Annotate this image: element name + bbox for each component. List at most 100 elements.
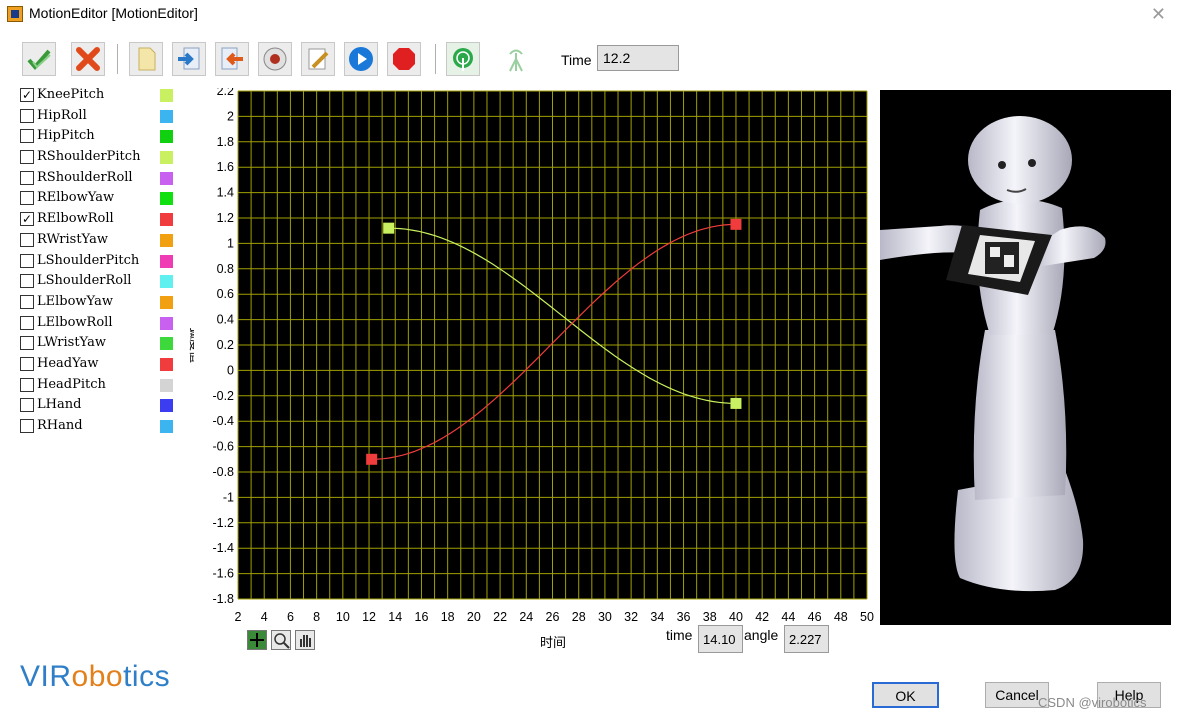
y-tick-label: -0.6 xyxy=(212,440,234,454)
edit-button[interactable] xyxy=(301,42,335,76)
x-tick-label: 34 xyxy=(650,610,664,624)
joint-row[interactable]: HipRoll xyxy=(20,107,180,128)
robot-model-image xyxy=(880,116,1106,592)
virobotics-logo: VIRobotics xyxy=(20,660,171,693)
joint-color-swatch xyxy=(160,316,173,330)
stop-icon xyxy=(393,48,415,70)
x-axis-title: 时间 xyxy=(540,635,567,650)
joint-row[interactable]: RShoulderPitch xyxy=(20,148,180,169)
y-tick-label: -1.4 xyxy=(212,541,234,555)
joint-row[interactable]: ✓ KneePitch xyxy=(20,86,180,107)
play-button[interactable] xyxy=(344,42,378,76)
stop-button[interactable] xyxy=(387,42,421,76)
joint-checkbox[interactable]: ✓ xyxy=(20,88,34,102)
joint-row[interactable]: LElbowRoll xyxy=(20,314,180,335)
joint-checkbox[interactable]: ✓ xyxy=(20,212,34,227)
joint-row[interactable]: HeadYaw xyxy=(20,355,180,376)
ok-button[interactable]: OK xyxy=(872,682,939,708)
joint-color-swatch xyxy=(160,275,173,289)
joint-label: LShoulderPitch xyxy=(37,252,140,268)
joint-row[interactable]: RHand xyxy=(20,417,180,438)
close-icon[interactable]: ✕ xyxy=(1151,4,1166,25)
new-button[interactable] xyxy=(129,42,163,76)
x-tick-label: 42 xyxy=(755,610,769,624)
pan-tool-button[interactable] xyxy=(295,630,315,650)
joint-label: HeadYaw xyxy=(37,355,99,371)
joint-checkbox[interactable] xyxy=(20,315,34,330)
plot-area: 2.2 2 1.8 1.6 1.4 1.2 1 0.8 0.6 0.4 0.2 0 -0.2 -0.4 -0… xyxy=(180,84,875,653)
joint-row[interactable]: RWristYaw xyxy=(20,231,180,252)
x-tick-label: 40 xyxy=(729,610,743,624)
joint-row[interactable]: LWristYaw xyxy=(20,334,180,355)
joint-checkbox[interactable] xyxy=(20,232,34,247)
joint-row[interactable]: HeadPitch xyxy=(20,376,180,397)
joint-color-swatch xyxy=(160,192,173,206)
time-label: Time xyxy=(561,52,592,68)
joint-checkbox[interactable] xyxy=(20,419,34,433)
x-tick-label: 30 xyxy=(598,610,612,624)
y-tick-label: 0.2 xyxy=(217,338,234,352)
y-tick-label: 1.4 xyxy=(217,186,234,200)
joint-checkbox[interactable] xyxy=(20,274,34,289)
joint-checkbox[interactable] xyxy=(20,356,34,371)
motion-chart[interactable]: 2.2 2 1.8 1.6 1.4 1.2 1 0.8 0.6 0.4 0.2 0 -0.2 -0.4 -0… xyxy=(180,84,875,653)
joint-label: LWristYaw xyxy=(37,335,106,351)
keyframe-point-RElbowRoll xyxy=(366,453,378,465)
y-tick-label: -0.4 xyxy=(212,414,234,428)
joint-label: RElbowYaw xyxy=(37,190,115,206)
x-tick-label: 50 xyxy=(860,610,874,624)
joint-list: ✓ KneePitch HipRoll HipPitch RShoulderPitch R… xyxy=(20,86,180,438)
cursor-time-value[interactable]: 14.10 xyxy=(698,625,743,653)
window-title: MotionEditor [MotionEditor] xyxy=(29,5,198,21)
joint-row[interactable]: RElbowYaw xyxy=(20,189,180,210)
robot-3d-view[interactable] xyxy=(880,90,1171,625)
cursor-angle-label: angle xyxy=(744,627,779,643)
toolbar-separator xyxy=(117,44,118,74)
zoom-tool-button[interactable] xyxy=(271,630,291,650)
joint-checkbox[interactable] xyxy=(20,398,34,413)
joint-row[interactable]: RShoulderRoll xyxy=(20,169,180,190)
joint-row[interactable]: LElbowYaw xyxy=(20,293,180,314)
y-tick-label: 1 xyxy=(227,236,234,250)
joint-row[interactable]: LShoulderRoll xyxy=(20,272,180,293)
cursor-angle-value[interactable]: 2.227 xyxy=(784,625,829,653)
new-document-icon xyxy=(138,47,156,71)
x-tick-label: 4 xyxy=(261,610,268,624)
cursor-tool-button[interactable] xyxy=(247,630,267,650)
joint-row[interactable]: LHand xyxy=(20,396,180,417)
y-tick-label: 2.2 xyxy=(217,88,234,98)
y-tick-label: -1.6 xyxy=(212,567,234,581)
joint-color-swatch xyxy=(160,295,173,309)
y-tick-label: -1.2 xyxy=(212,516,234,530)
joint-checkbox[interactable] xyxy=(20,336,34,351)
x-tick-label: 48 xyxy=(834,610,848,624)
joint-checkbox[interactable] xyxy=(20,294,34,309)
connect-robot-button[interactable] xyxy=(446,42,480,76)
joint-color-swatch xyxy=(160,151,173,165)
toolbar: Time 12.2 xyxy=(0,40,700,80)
joint-row[interactable]: HipPitch xyxy=(20,127,180,148)
disconnect-robot-button[interactable] xyxy=(499,42,533,76)
joint-row[interactable]: LShoulderPitch xyxy=(20,252,180,273)
joint-row[interactable]: ✓ RElbowRoll xyxy=(20,210,180,231)
import-button[interactable] xyxy=(172,42,206,76)
joint-checkbox[interactable] xyxy=(20,129,34,144)
app-icon xyxy=(7,6,23,22)
joint-checkbox[interactable] xyxy=(20,108,34,123)
record-button[interactable] xyxy=(258,42,292,76)
y-tick-label: 0.4 xyxy=(217,313,234,327)
title-bar: MotionEditor [MotionEditor] ✕ xyxy=(0,0,1180,28)
joint-checkbox[interactable] xyxy=(20,377,34,392)
confirm-button[interactable] xyxy=(22,42,56,76)
cancel-button[interactable] xyxy=(71,42,105,76)
joint-checkbox[interactable] xyxy=(20,170,34,185)
export-button[interactable] xyxy=(215,42,249,76)
joint-checkbox[interactable] xyxy=(20,191,34,206)
joint-checkbox[interactable] xyxy=(20,253,34,268)
joint-color-swatch xyxy=(160,378,173,392)
joint-label: RElbowRoll xyxy=(37,211,114,227)
y-tick-label: 1.8 xyxy=(217,135,234,149)
joint-checkbox[interactable] xyxy=(20,150,34,165)
toolbar-separator xyxy=(435,44,436,74)
time-input[interactable]: 12.2 xyxy=(597,45,679,71)
